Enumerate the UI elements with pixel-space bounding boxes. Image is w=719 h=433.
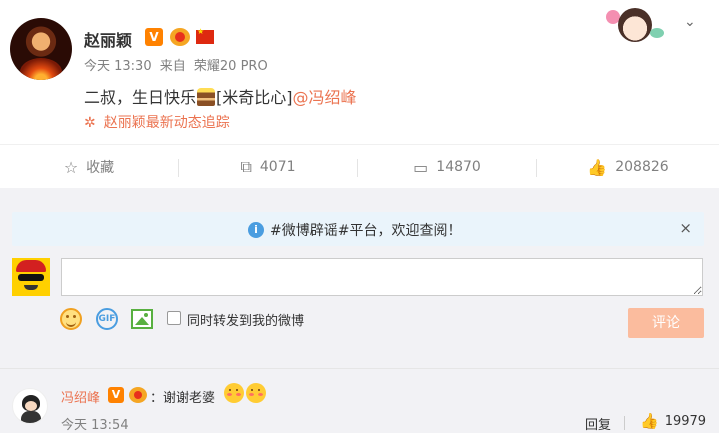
avatar-mouth <box>24 285 38 290</box>
thumbs-up-icon: 👍 <box>640 412 659 430</box>
source-prefix: 来自 <box>159 59 186 74</box>
comment-icon: ▭ <box>413 157 429 177</box>
post-author-name[interactable]: 赵丽颖 <box>84 27 132 51</box>
close-icon[interactable]: × <box>679 219 692 237</box>
chevron-down-icon[interactable]: ⌄ <box>684 14 696 30</box>
card-decoration-sticker <box>604 6 664 44</box>
comment-like-count: 19979 <box>664 413 707 429</box>
info-icon: i <box>248 222 264 238</box>
avatar-body <box>21 411 41 423</box>
blush-emoji-icon <box>224 383 244 403</box>
verified-v-badge[interactable]: V <box>108 387 124 403</box>
leaf-decoration-icon <box>650 28 664 38</box>
favorite-button[interactable]: ☆ 收藏 <box>0 145 178 189</box>
avatar-glasses <box>18 274 44 281</box>
submit-comment-button[interactable]: 评论 <box>628 308 704 338</box>
weibo-post: 赵丽颖 V 今天 13:30 来自 荣耀20 PRO 二叔，生日快乐 [米奇比心]… <box>0 0 719 144</box>
post-meta: 今天 13:30 来自 荣耀20 PRO <box>84 55 272 74</box>
repost-count: 4071 <box>259 159 296 175</box>
like-button[interactable]: 👍 208826 <box>537 145 719 189</box>
favorite-label: 收藏 <box>86 160 115 176</box>
emoji-picker-icon[interactable] <box>60 308 82 330</box>
notice-text[interactable]: #微博辟谣#平台，欢迎查阅！ <box>270 220 461 240</box>
comment-action-divider <box>624 416 625 430</box>
current-user-avatar[interactable] <box>12 258 50 296</box>
star-icon: ☆ <box>63 157 79 177</box>
rumor-notice-banner: i #微博辟谣#平台，欢迎查阅！ × <box>12 212 704 246</box>
cartoon-girl-icon <box>618 8 652 42</box>
tracking-link[interactable]: ✲ 赵丽颖最新动态追踪 <box>84 112 230 132</box>
comment-divider <box>0 368 719 369</box>
comment-section: i #微博辟谣#平台，欢迎查阅！ × GIF 同时转发到我的微博 评论 冯绍峰 … <box>0 188 719 433</box>
comment-button[interactable]: ▭ 14870 <box>358 145 536 189</box>
comment-time: 今天 13:54 <box>61 418 129 433</box>
member-badge-icon[interactable] <box>129 387 147 403</box>
thumbs-up-icon: 👍 <box>587 157 608 177</box>
post-action-bar: ☆ 收藏 ⧉ 4071 ▭ 14870 👍 208826 <box>0 144 719 188</box>
avatar-hat <box>16 260 46 272</box>
repost-button[interactable]: ⧉ 4071 <box>179 145 357 189</box>
source-device[interactable]: 荣耀20 PRO <box>194 59 268 74</box>
reply-button[interactable]: 回复 <box>585 414 611 433</box>
repost-checkbox-label[interactable]: 同时转发到我的微博 <box>187 310 304 329</box>
china-flag-icon <box>196 27 214 44</box>
repost-icon: ⧉ <box>240 157 252 176</box>
comment-input[interactable] <box>61 258 703 296</box>
commenter-avatar[interactable] <box>12 388 48 424</box>
mention-link[interactable]: @冯绍峰 <box>293 88 357 107</box>
comment-like-button[interactable]: 👍 19979 <box>640 412 706 430</box>
comment-text: ：谢谢老婆 <box>150 391 216 406</box>
verified-v-badge[interactable]: V <box>145 28 163 46</box>
gif-icon[interactable]: GIF <box>96 308 118 330</box>
member-badge-icon[interactable] <box>170 28 190 46</box>
tracking-label: 赵丽颖最新动态追踪 <box>103 115 230 131</box>
blush-emoji-icon <box>246 383 266 403</box>
post-text-main: 二叔，生日快乐 <box>84 88 197 107</box>
birthday-cake-emoji-icon <box>197 88 216 106</box>
repost-checkbox[interactable] <box>167 311 181 325</box>
author-avatar[interactable] <box>10 18 72 80</box>
post-time[interactable]: 今天 13:30 <box>84 59 152 74</box>
like-count: 208826 <box>615 159 669 175</box>
mickey-heart-emoji-text: [米奇比心] <box>216 88 293 107</box>
sparkle-icon: ✲ <box>84 115 96 131</box>
post-content: 二叔，生日快乐 [米奇比心]@冯绍峰 <box>84 84 357 108</box>
avatar-face <box>25 401 37 411</box>
image-upload-icon[interactable] <box>131 309 153 329</box>
comment-count: 14870 <box>436 159 481 175</box>
notice-content[interactable]: i #微博辟谣#平台，欢迎查阅！ <box>248 220 461 240</box>
commenter-name[interactable]: 冯绍峰 <box>61 387 100 406</box>
